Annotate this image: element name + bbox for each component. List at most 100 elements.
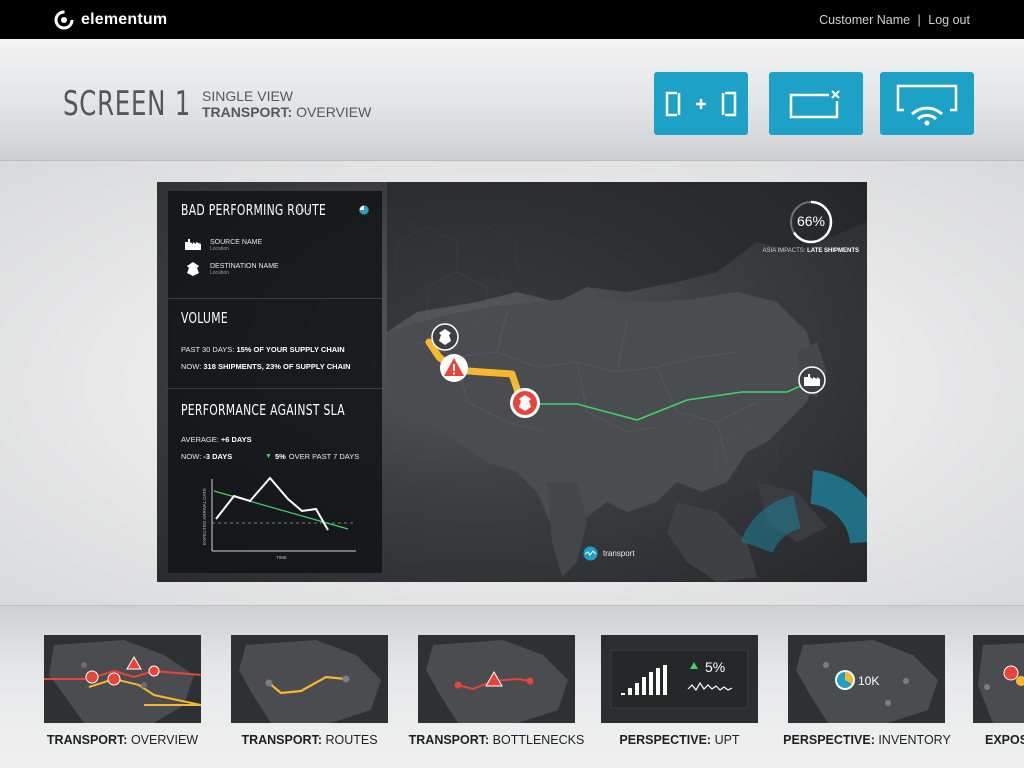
volume-line-1-value: 15% OF YOUR SUPPLY CHAIN bbox=[236, 345, 345, 354]
gauge-caption-prefix: ASIA IMPACTS: bbox=[762, 248, 808, 254]
thumb-label-bottlenecks-rest: BOTTLENECKS bbox=[489, 733, 585, 747]
transport-watermark: transport bbox=[583, 546, 635, 561]
volume-line-1-label: PAST 30 DAYS: bbox=[181, 345, 237, 354]
sla-chart: EXPECTED ARRIVAL DATE TIME bbox=[202, 476, 356, 560]
destination-location: Location bbox=[210, 270, 229, 276]
close-screen-button[interactable] bbox=[769, 72, 863, 135]
route-pie-icon bbox=[359, 205, 369, 215]
thumb-label-routes-bold: TRANSPORT: bbox=[241, 733, 322, 747]
thumb-label-overview[interactable]: TRANSPORT: OVERVIEW bbox=[44, 733, 201, 747]
add-screen-icon bbox=[665, 88, 737, 119]
thumb-exposure-map bbox=[973, 635, 1024, 723]
volume-section: VOLUME PAST 30 DAYS: 15% OF YOUR SUPPLY … bbox=[168, 299, 382, 389]
thumb-routes-map bbox=[231, 635, 388, 723]
user-menu: Customer Name | Log out bbox=[819, 13, 970, 27]
sla-average: AVERAGE: +6 DAYS bbox=[181, 435, 252, 444]
thumb-inventory-value: 10K bbox=[858, 674, 879, 688]
volume-line-2: NOW: 318 SHIPMENTS, 23% OF SUPPLY CHAIN bbox=[181, 362, 351, 371]
source-location: Location bbox=[210, 246, 229, 252]
thumb-label-overview-rest: OVERVIEW bbox=[127, 733, 199, 747]
screen-header: SCREEN 1 SINGLE VIEW TRANSPORT: OVERVIEW bbox=[0, 39, 1024, 161]
thumb-label-inventory[interactable]: PERSPECTIVE: INVENTORY bbox=[782, 733, 952, 747]
thumb-transport-overview[interactable] bbox=[44, 635, 201, 723]
bottleneck-hub-icon[interactable] bbox=[509, 387, 541, 419]
volume-line-2-value: 318 SHIPMENTS, 23% OF SUPPLY CHAIN bbox=[203, 362, 351, 371]
section-label-rest: OVERVIEW bbox=[292, 104, 372, 120]
thumb-label-inventory-rest: INVENTORY bbox=[874, 733, 951, 747]
close-screen-icon bbox=[789, 88, 843, 118]
thumb-label-routes[interactable]: TRANSPORT: ROUTES bbox=[231, 733, 388, 747]
gauge-value: 66% bbox=[796, 213, 826, 229]
trend-down-icon: ▼ bbox=[265, 453, 272, 460]
cast-screen-icon bbox=[896, 84, 958, 125]
sla-y-axis-label: EXPECTED ARRIVAL DATE bbox=[202, 488, 207, 545]
route-info-panel: BAD PERFORMING ROUTE 2 of 4 SOURCE NAME … bbox=[168, 191, 382, 573]
origin-port-icon[interactable] bbox=[430, 322, 460, 352]
user-separator: | bbox=[917, 12, 921, 27]
top-bar: elementum Customer Name | Log out bbox=[0, 0, 1024, 39]
thumb-label-exposure-bold: EXPOS bbox=[985, 733, 1024, 747]
thumb-label-upt-bold: PERSPECTIVE: bbox=[619, 733, 712, 747]
thumb-label-exposure[interactable]: EXPOS bbox=[985, 733, 1024, 747]
thumb-label-inventory-bold: PERSPECTIVE: bbox=[783, 733, 875, 747]
destination-block: DESTINATION NAME Location bbox=[210, 263, 279, 276]
sla-x-axis-label: TIME bbox=[276, 555, 287, 560]
thumb-transport-bottlenecks[interactable] bbox=[418, 635, 575, 723]
destination-name: DESTINATION NAME bbox=[210, 263, 279, 270]
customer-name-link[interactable]: Customer Name bbox=[819, 13, 910, 27]
screen-subtitle: SINGLE VIEW TRANSPORT: OVERVIEW bbox=[202, 88, 371, 120]
thumb-perspective-upt[interactable]: 5% bbox=[601, 635, 758, 723]
destination-factory-icon[interactable] bbox=[797, 365, 827, 395]
source-block: SOURCE NAME Location bbox=[210, 239, 262, 252]
sla-title: PERFORMANCE AGAINST SLA bbox=[181, 401, 345, 419]
volume-line-1: PAST 30 DAYS: 15% OF YOUR SUPPLY CHAIN bbox=[181, 345, 345, 354]
thumb-perspective-inventory[interactable]: 10K bbox=[788, 635, 945, 723]
sla-now: NOW: -3 DAYS bbox=[181, 452, 232, 461]
thumb-transport-routes[interactable] bbox=[231, 635, 388, 723]
brand[interactable]: elementum bbox=[54, 10, 167, 30]
view-mode-label: SINGLE VIEW bbox=[202, 88, 294, 104]
thumb-overview-map bbox=[44, 635, 201, 723]
route-section: BAD PERFORMING ROUTE 2 of 4 SOURCE NAME … bbox=[168, 191, 382, 299]
brand-name: elementum bbox=[81, 10, 168, 28]
sla-section: PERFORMANCE AGAINST SLA AVERAGE: +6 DAYS… bbox=[168, 389, 382, 573]
warning-alert-icon[interactable] bbox=[439, 353, 469, 383]
route-count: 2 of 4 bbox=[296, 208, 312, 214]
sla-trend-rest: OVER PAST 7 DAYS bbox=[288, 452, 360, 461]
thumb-label-overview-bold: TRANSPORT: bbox=[46, 733, 128, 747]
gauge-caption-bold: LATE SHIPMENTS bbox=[807, 248, 859, 254]
thumb-label-upt[interactable]: PERSPECTIVE: UPT bbox=[601, 733, 758, 747]
screen-title: SCREEN 1 bbox=[63, 84, 192, 124]
gauge-caption: ASIA IMPACTS: LATE SHIPMENTS bbox=[763, 248, 859, 254]
volume-line-2-label: NOW: bbox=[181, 362, 204, 371]
thumb-label-bottlenecks[interactable]: TRANSPORT: BOTTLENECKS bbox=[405, 733, 588, 747]
add-screen-button[interactable] bbox=[654, 72, 748, 135]
source-name: SOURCE NAME bbox=[210, 239, 263, 246]
thumb-exposure[interactable] bbox=[973, 635, 1024, 723]
section-label-bold: TRANSPORT: bbox=[202, 104, 293, 120]
transport-logo-icon bbox=[583, 546, 598, 561]
screen-thumbnail-strip: TRANSPORT: OVERVIEW TRANSPORT: ROUTES TR… bbox=[0, 605, 1024, 768]
thumb-upt-chart: 5% bbox=[610, 649, 749, 709]
thumb-label-bottlenecks-bold: TRANSPORT: bbox=[408, 733, 490, 747]
section-label: TRANSPORT: OVERVIEW bbox=[202, 104, 371, 120]
sla-now-label: NOW: bbox=[181, 452, 204, 461]
source-factory-icon bbox=[185, 239, 201, 250]
thumb-label-routes-rest: ROUTES bbox=[322, 733, 378, 747]
sla-now-value: -3 DAYS bbox=[203, 452, 233, 461]
thumb-label-upt-rest: UPT bbox=[711, 733, 740, 747]
sla-trend: ▼ 5% OVER PAST 7 DAYS bbox=[265, 452, 359, 461]
sla-average-label: AVERAGE: bbox=[181, 435, 221, 444]
thumb-bottlenecks-map bbox=[418, 635, 575, 723]
cast-screen-button[interactable] bbox=[880, 72, 974, 135]
destination-port-icon bbox=[187, 262, 199, 276]
thumb-upt-value: 5% bbox=[705, 659, 725, 675]
volume-title: VOLUME bbox=[181, 309, 228, 327]
thumb-inventory-map: 10K bbox=[788, 635, 945, 723]
elementum-logo-icon bbox=[54, 10, 74, 29]
transport-map[interactable]: 66% ASIA IMPACTS: LATE SHIPMENTS transpo… bbox=[157, 182, 867, 582]
logout-link[interactable]: Log out bbox=[928, 13, 970, 27]
sla-average-value: +6 DAYS bbox=[220, 435, 252, 444]
route-title-row: BAD PERFORMING ROUTE bbox=[181, 201, 383, 219]
watermark-label: transport bbox=[603, 549, 635, 558]
